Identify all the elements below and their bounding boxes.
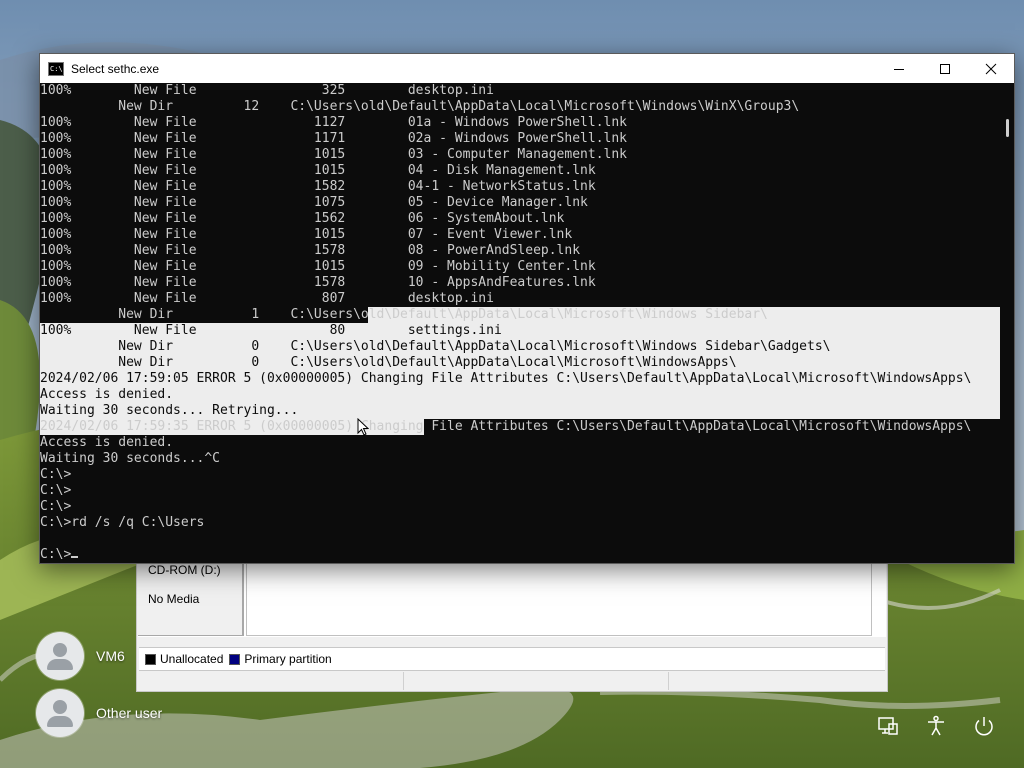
vertical-scrollbar[interactable] (1000, 83, 1014, 563)
console-line: New Dir 12 C:\Users\old\Default\AppData\… (40, 99, 800, 114)
console-line: 100% New File 1015 07 - Event Viewer.lnk (40, 227, 573, 242)
window-title: Select sethc.exe (71, 61, 160, 76)
console-window[interactable]: C:\ Select sethc.exe 100% New File 325 d… (39, 53, 1015, 564)
power-icon[interactable] (972, 714, 996, 738)
legend-unallocated-label: Unallocated (160, 652, 224, 666)
mouse-pointer-icon (357, 418, 369, 436)
user-name: VM6 (96, 648, 125, 664)
console-line: C:\> (40, 467, 72, 482)
minimize-icon (894, 68, 904, 70)
network-icon[interactable] (876, 714, 900, 738)
text-cursor (71, 556, 79, 558)
maximize-icon (940, 63, 950, 74)
console-line-selected-partial: 2024/02/06 17:59:35 ERROR 5 (0x00000005)… (40, 419, 1000, 435)
legend-primary-label: Primary partition (244, 652, 332, 666)
prompt: C:\> (40, 547, 72, 562)
console-line: 100% New File 1171 02a - Windows PowerSh… (40, 131, 627, 146)
console-line: 100% New File 1127 01a - Windows PowerSh… (40, 115, 627, 130)
avatar (36, 632, 84, 680)
console-line: 100% New File 1015 03 - Computer Managem… (40, 147, 627, 162)
media-status: No Media (148, 592, 200, 606)
partition-legend: Unallocated Primary partition (139, 647, 885, 671)
console-line: C:\> (40, 483, 72, 498)
lock-screen-system-icons (876, 714, 996, 738)
console-line: 100% New File 1015 09 - Mobility Center.… (40, 259, 596, 274)
console-line-text: 2024/02/06 17:59:35 ERROR 5 (0x00000005)… (40, 419, 972, 434)
console-line-selected: New Dir 0 C:\Users\old\Default\AppData\L… (40, 339, 1000, 355)
disk-volume-panel: CD-ROM (D:) No Media (138, 563, 886, 637)
console-line: 100% New File 807 desktop.ini (40, 291, 494, 306)
console-line: Waiting 30 seconds...^C (40, 451, 221, 466)
user-tile-other-user[interactable]: Other user (36, 689, 162, 737)
drive-label: CD-ROM (D:) (148, 563, 221, 577)
maximize-button[interactable] (922, 54, 968, 83)
disk-partition-area[interactable] (246, 563, 872, 636)
console-line-selected: 100% New File 80 settings.ini (40, 323, 1000, 339)
user-tile-vm6[interactable]: VM6 (36, 632, 125, 680)
console-line-selected: Waiting 30 seconds... Retrying... (40, 403, 1000, 419)
close-icon (985, 63, 997, 74)
console-line-selected: 2024/02/06 17:59:05 ERROR 5 (0x00000005)… (40, 371, 1000, 387)
console-line: 100% New File 325 desktop.ini (40, 83, 494, 98)
accessibility-icon[interactable] (924, 714, 948, 738)
console-line-selected-partial: New Dir 1 C:\Users\old\Default\AppData\L… (40, 307, 1000, 323)
console-line-selected: New Dir 0 C:\Users\old\Default\AppData\L… (40, 355, 1000, 371)
console-line: Access is denied. (40, 435, 174, 450)
console-line-text: New Dir 1 C:\Users\old\Default\AppData\L… (40, 307, 768, 322)
console-line: 100% New File 1562 06 - SystemAbout.lnk (40, 211, 565, 226)
avatar (36, 689, 84, 737)
user-name: Other user (96, 705, 163, 721)
console-line: 100% New File 1582 04-1 - NetworkStatus.… (40, 179, 596, 194)
disk-management-window: CD-ROM (D:) No Media Unallocated Primary… (136, 560, 888, 692)
console-line: C:\>rd /s /q C:\Users (40, 515, 205, 530)
console-line: C:\> (40, 499, 72, 514)
unallocated-swatch (145, 653, 156, 665)
console-prompt-line[interactable]: C:\> (40, 547, 1000, 563)
primary-partition-swatch (229, 653, 241, 665)
status-bar (137, 671, 887, 691)
minimize-button[interactable] (876, 54, 922, 83)
cmd-icon: C:\ (48, 61, 64, 76)
window-controls (876, 54, 1014, 83)
console-line: 100% New File 1578 10 - AppsAndFeatures.… (40, 275, 596, 290)
close-button[interactable] (968, 54, 1014, 83)
console-line-selected: Access is denied. (40, 387, 1000, 403)
title-bar[interactable]: C:\ Select sethc.exe (40, 54, 1014, 83)
console-line: 100% New File 1075 05 - Device Manager.l… (40, 195, 588, 210)
console-line: 100% New File 1578 08 - PowerAndSleep.ln… (40, 243, 581, 258)
disk-info-cell[interactable]: CD-ROM (D:) No Media (138, 563, 244, 636)
scrollbar-thumb[interactable] (1006, 119, 1009, 137)
console-line: 100% New File 1015 04 - Disk Management.… (40, 163, 596, 178)
console-output[interactable]: 100% New File 325 desktop.ini New Dir 12… (40, 83, 1000, 563)
